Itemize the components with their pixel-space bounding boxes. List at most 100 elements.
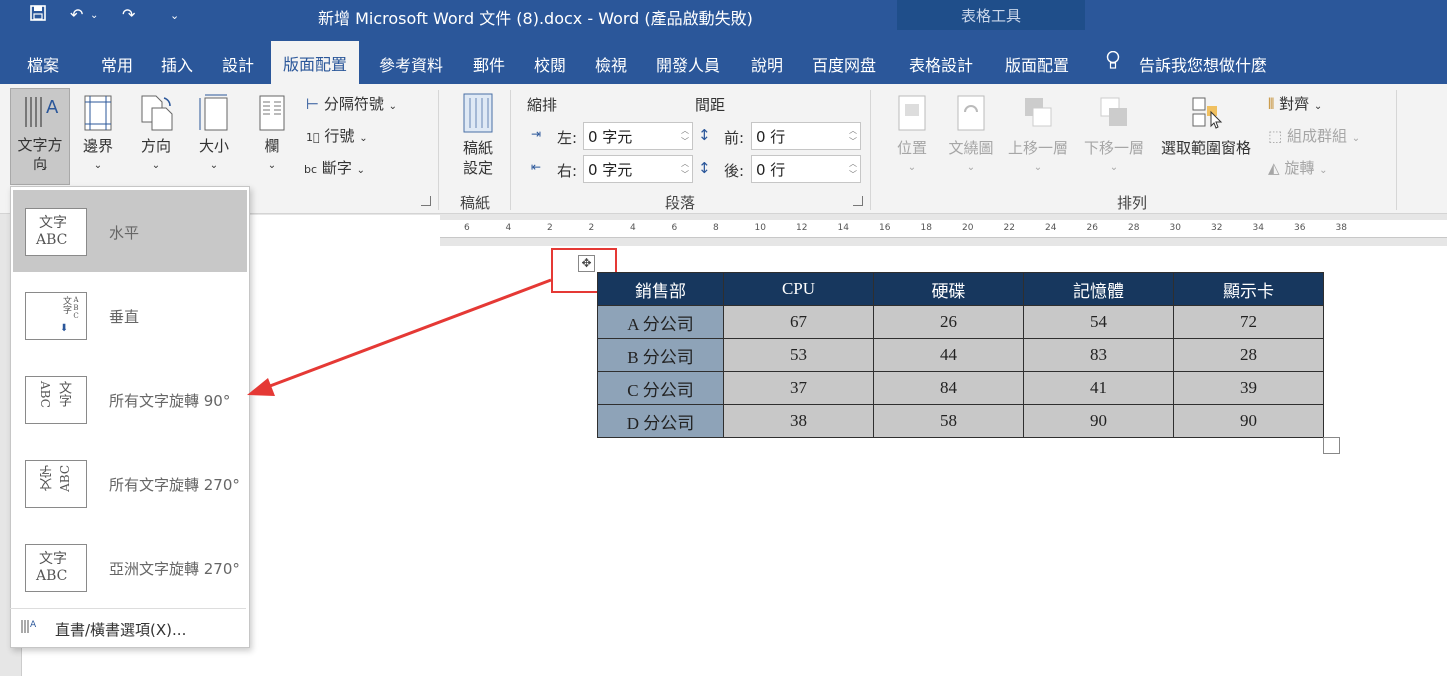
- spin-up-icon[interactable]: ︿: [681, 158, 689, 169]
- spin-up-icon[interactable]: ︿: [849, 158, 857, 169]
- bring-forward-button[interactable]: 上移一層 ⌄: [1002, 94, 1074, 178]
- margins-button[interactable]: 邊界 ⌄: [78, 94, 118, 176]
- position-button[interactable]: 位置 ⌄: [890, 94, 934, 178]
- ruler-tick-label: 26: [1086, 223, 1098, 233]
- table-header-cell[interactable]: 銷售部: [597, 272, 724, 306]
- indent-right-input[interactable]: 0 字元 ︿ ﹀: [583, 155, 693, 183]
- table-cell[interactable]: C 分公司: [597, 371, 724, 405]
- spin-up-icon[interactable]: ︿: [681, 125, 689, 136]
- table-cell[interactable]: A 分公司: [597, 305, 724, 339]
- draft-settings-button[interactable]: 稿紙 設定: [455, 92, 501, 178]
- line-numbers-button[interactable]: 1⃣ 行號 ⌄: [306, 125, 368, 146]
- ruler-tick-label: 4: [630, 223, 636, 233]
- send-backward-button[interactable]: 下移一層 ⌄: [1078, 94, 1150, 178]
- spacing-before-input[interactable]: 0 行 ︿ ﹀: [751, 122, 861, 150]
- hyphenation-icon: bc: [304, 163, 318, 176]
- menu-item-vertical[interactable]: 文字 ABC ⬇ 垂直: [13, 274, 247, 356]
- text-direction-options-item[interactable]: 直書/橫書選項(X)...: [55, 619, 186, 640]
- table-cell[interactable]: 53: [723, 338, 874, 372]
- chevron-down-icon: ⌄: [151, 160, 161, 171]
- table-resize-handle[interactable]: [1323, 437, 1340, 454]
- menu-item-asian-rotate-270[interactable]: 文字 ABC 亞洲文字旋轉 270°: [13, 526, 247, 608]
- tab-table-layout[interactable]: 版面配置: [1005, 52, 1069, 76]
- table-cell[interactable]: 54: [1023, 305, 1174, 339]
- spin-up-icon[interactable]: ︿: [849, 125, 857, 136]
- table-cell[interactable]: 84: [873, 371, 1024, 405]
- page-setup-launcher-icon[interactable]: [421, 196, 431, 206]
- tab-baidu[interactable]: 百度网盘: [812, 52, 876, 76]
- table-cell[interactable]: 72: [1173, 305, 1324, 339]
- tab-references[interactable]: 參考資料: [379, 52, 443, 76]
- text-direction-menu: 文字 ABC 水平 文字 ABC ⬇ 垂直 文字 ABC 所有文字旋轉 90° …: [10, 186, 250, 648]
- group-objects-button[interactable]: ⬚ 組成群組 ⌄: [1268, 125, 1360, 146]
- size-button[interactable]: 大小 ⌄: [194, 94, 234, 176]
- table-cell[interactable]: 37: [723, 371, 874, 405]
- chevron-down-icon: ⌄: [1351, 133, 1361, 144]
- tab-insert[interactable]: 插入: [161, 52, 193, 76]
- table-cell[interactable]: 44: [873, 338, 1024, 372]
- tab-mailings[interactable]: 郵件: [473, 52, 505, 76]
- rotate-button[interactable]: ◭ 旋轉 ⌄: [1268, 157, 1328, 178]
- menu-item-horizontal[interactable]: 文字 ABC 水平: [13, 190, 247, 272]
- table-cell[interactable]: 58: [873, 404, 1024, 438]
- tab-layout[interactable]: 版面配置: [271, 41, 360, 84]
- table-header-cell[interactable]: 記憶體: [1023, 272, 1174, 306]
- text-direction-button[interactable]: A 文字方 向: [10, 88, 70, 185]
- redo-icon[interactable]: ↷: [122, 5, 135, 24]
- table-cell[interactable]: 83: [1023, 338, 1174, 372]
- table-row: C 分公司 37 84 41 39: [597, 371, 1324, 405]
- table-cell[interactable]: 41: [1023, 371, 1174, 405]
- spin-down-icon[interactable]: ﹀: [681, 169, 689, 180]
- tab-table-design[interactable]: 表格設計: [909, 52, 973, 76]
- tab-view[interactable]: 檢視: [595, 52, 627, 76]
- indent-right-icon: ⇤: [531, 160, 542, 174]
- spin-down-icon[interactable]: ﹀: [681, 136, 689, 147]
- tab-design[interactable]: 設計: [222, 52, 254, 76]
- tab-developer[interactable]: 開發人員: [656, 52, 720, 76]
- selection-pane-button[interactable]: 選取範圍窗格: [1154, 94, 1258, 158]
- selection-pane-icon: [1154, 94, 1258, 138]
- tab-help[interactable]: 說明: [751, 52, 783, 76]
- spacing-after-label: 後:: [724, 162, 745, 180]
- table-header-cell[interactable]: CPU: [723, 272, 874, 306]
- chevron-down-icon[interactable]: ⌄: [90, 10, 98, 21]
- table-cell[interactable]: 39: [1173, 371, 1324, 405]
- tab-home[interactable]: 常用: [101, 52, 133, 76]
- breaks-button[interactable]: ⊢ 分隔符號 ⌄: [306, 93, 397, 114]
- tab-review[interactable]: 校閱: [534, 52, 566, 76]
- spacing-before-icon: ↕: [698, 126, 711, 144]
- menu-item-rotate-270[interactable]: 文字 ABC 所有文字旋轉 270°: [13, 442, 247, 524]
- hyphenation-button[interactable]: bc 斷字 ⌄: [304, 157, 365, 178]
- table-cell[interactable]: 90: [1023, 404, 1174, 438]
- wrap-text-button[interactable]: 文繞圖 ⌄: [943, 94, 999, 178]
- table-header-cell[interactable]: 顯示卡: [1173, 272, 1324, 306]
- table-header-row: 銷售部 CPU 硬碟 記憶體 顯示卡: [597, 272, 1324, 306]
- spin-down-icon[interactable]: ﹀: [849, 136, 857, 147]
- customize-quick-access-icon[interactable]: ⌄: [170, 9, 179, 22]
- table-cell[interactable]: 90: [1173, 404, 1324, 438]
- undo-icon[interactable]: ↶: [70, 5, 83, 24]
- tell-me-search[interactable]: 告訴我您想做什麼: [1139, 52, 1267, 76]
- chevron-down-icon: ⌄: [1033, 162, 1043, 173]
- menu-item-rotate-90[interactable]: 文字 ABC 所有文字旋轉 90°: [13, 358, 247, 440]
- tab-file[interactable]: 檔案: [27, 52, 59, 76]
- paragraph-launcher-icon[interactable]: [853, 196, 863, 206]
- horizontal-ruler[interactable]: 6 4 2 2 4 6 8 10 12 14 16 18 20 22 24 26 28 30 32 34 36 38: [440, 220, 1447, 238]
- spacing-after-input[interactable]: 0 行 ︿ ﹀: [751, 155, 861, 183]
- indent-left-input[interactable]: 0 字元 ︿ ﹀: [583, 122, 693, 150]
- data-table[interactable]: 銷售部 CPU 硬碟 記憶體 顯示卡 A 分公司 67 26 54 72 B 分…: [597, 272, 1324, 438]
- align-button[interactable]: ⫴ 對齊 ⌄: [1268, 93, 1322, 114]
- table-header-cell[interactable]: 硬碟: [873, 272, 1024, 306]
- orientation-button[interactable]: 方向 ⌄: [136, 94, 176, 176]
- text-vertical-icon: 文字 ABC ⬇: [25, 292, 87, 340]
- save-icon[interactable]: [30, 5, 46, 25]
- table-cell[interactable]: 67: [723, 305, 874, 339]
- table-cell[interactable]: 28: [1173, 338, 1324, 372]
- spin-down-icon[interactable]: ﹀: [849, 169, 857, 180]
- table-cell[interactable]: D 分公司: [597, 404, 724, 438]
- table-cell[interactable]: 26: [873, 305, 1024, 339]
- table-cell[interactable]: 38: [723, 404, 874, 438]
- columns-button[interactable]: 欄 ⌄: [252, 94, 292, 176]
- text-rotate-90-icon: 文字 ABC: [25, 376, 87, 424]
- table-cell[interactable]: B 分公司: [597, 338, 724, 372]
